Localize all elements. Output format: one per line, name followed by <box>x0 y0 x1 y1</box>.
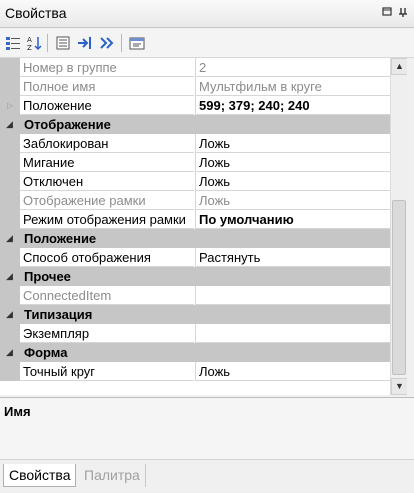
collapse-toggle-icon[interactable]: ◢ <box>6 271 13 282</box>
tab-properties[interactable]: Свойства <box>3 464 77 487</box>
property-value[interactable]: Ложь <box>195 191 390 210</box>
panel-tabs: Свойства Палитра <box>0 461 414 493</box>
category-header[interactable]: ◢ Отображение <box>0 115 390 134</box>
tab-palette[interactable]: Палитра <box>79 464 146 487</box>
property-name[interactable]: Способ отображения <box>20 248 194 267</box>
scroll-down-icon[interactable]: ▼ <box>391 378 408 395</box>
property-name[interactable]: Полное имя <box>20 77 194 96</box>
description-title: Имя <box>4 404 31 419</box>
category-header[interactable]: ◢ Типизация <box>0 305 390 324</box>
property-name[interactable]: Мигание <box>20 153 194 172</box>
property-row[interactable]: Заблокирован Ложь <box>0 134 390 153</box>
row-gutter <box>0 286 20 305</box>
property-toolbar: A Z <box>0 29 414 58</box>
property-name[interactable]: Экземпляр <box>20 324 194 343</box>
panel-titlebar: Свойства <box>0 0 414 28</box>
properties-icon[interactable] <box>53 33 73 53</box>
property-value[interactable]: По умолчанию <box>195 210 390 229</box>
property-name[interactable]: Отображение рамки <box>20 191 194 210</box>
scroll-thumb[interactable] <box>392 200 406 375</box>
property-row[interactable]: Точный круг Ложь <box>0 362 390 381</box>
row-gutter <box>0 210 20 229</box>
row-gutter: ▷ <box>0 96 20 115</box>
navigate-icon[interactable] <box>97 33 117 53</box>
property-value[interactable]: Ложь <box>195 134 390 153</box>
expand-icon[interactable]: ▷ <box>7 101 13 110</box>
category-name: Отображение <box>24 117 111 132</box>
property-value[interactable]: Растянуть <box>195 248 390 267</box>
property-name[interactable]: Отключен <box>20 172 194 191</box>
row-gutter <box>0 172 20 191</box>
category-header[interactable]: ◢ Положение <box>0 229 390 248</box>
row-gutter <box>0 362 20 381</box>
property-row[interactable]: Отображение рамки Ложь <box>0 191 390 210</box>
row-gutter <box>0 248 20 267</box>
property-value[interactable]: 2 <box>195 58 390 77</box>
property-value[interactable] <box>195 286 390 305</box>
collapse-toggle-icon[interactable]: ◢ <box>6 309 13 320</box>
property-value[interactable]: Ложь <box>195 153 390 172</box>
row-gutter <box>0 191 20 210</box>
row-gutter <box>0 77 20 96</box>
pin-icon[interactable] <box>380 6 394 20</box>
collapse-toggle-icon[interactable]: ◢ <box>6 119 13 130</box>
property-row[interactable]: Способ отображения Растянуть <box>0 248 390 267</box>
property-name[interactable]: Точный круг <box>20 362 194 381</box>
property-row[interactable]: Мигание Ложь <box>0 153 390 172</box>
property-row[interactable]: Отключен Ложь <box>0 172 390 191</box>
row-gutter <box>0 134 20 153</box>
property-value[interactable]: Ложь <box>195 172 390 191</box>
property-row[interactable]: ▷ Положение 599; 379; 240; 240 <box>0 96 390 115</box>
vertical-scrollbar[interactable]: ▲ ▼ <box>390 58 408 395</box>
category-name: Положение <box>24 231 97 246</box>
property-value[interactable]: Мультфильм в круге <box>195 77 390 96</box>
collapse-toggle-icon[interactable]: ◢ <box>6 347 13 358</box>
jump-to-icon[interactable] <box>75 33 95 53</box>
property-value[interactable]: Ложь <box>195 362 390 381</box>
close-icon[interactable] <box>396 6 410 20</box>
row-gutter <box>0 58 20 77</box>
categorized-icon[interactable] <box>3 33 23 53</box>
property-row[interactable]: ConnectedItem <box>0 286 390 305</box>
property-grid: Номер в группе 2 Полное имя Мультфильм в кр… <box>0 58 390 395</box>
description-pane: Имя <box>0 397 414 460</box>
scroll-up-icon[interactable]: ▲ <box>391 58 408 75</box>
property-value[interactable]: 599; 379; 240; 240 <box>195 96 390 115</box>
property-value[interactable] <box>195 324 390 343</box>
row-gutter <box>0 324 20 343</box>
collapse-toggle-icon[interactable]: ◢ <box>6 233 13 244</box>
property-pages-icon[interactable] <box>127 33 147 53</box>
alphabetical-icon[interactable]: A Z <box>24 33 44 53</box>
property-name[interactable]: ConnectedItem <box>20 286 194 305</box>
property-row[interactable]: Полное имя Мультфильм в круге <box>0 77 390 96</box>
property-name[interactable]: Заблокирован <box>20 134 194 153</box>
category-name: Типизация <box>24 307 93 322</box>
property-name[interactable]: Режим отображения рамки <box>20 210 194 229</box>
property-row[interactable]: Экземпляр <box>0 324 390 343</box>
property-row[interactable]: Номер в группе 2 <box>0 58 390 77</box>
row-gutter <box>0 153 20 172</box>
svg-text:Z: Z <box>27 44 32 51</box>
category-header[interactable]: ◢ Прочее <box>0 267 390 286</box>
category-header[interactable]: ◢ Форма <box>0 343 390 362</box>
panel-title: Свойства <box>5 5 67 21</box>
property-name[interactable]: Номер в группе <box>20 58 194 77</box>
category-name: Прочее <box>24 269 71 284</box>
property-row[interactable]: Режим отображения рамки По умолчанию <box>0 210 390 229</box>
category-name: Форма <box>24 345 68 360</box>
property-name[interactable]: Положение <box>20 96 194 115</box>
svg-text:A: A <box>27 36 32 44</box>
